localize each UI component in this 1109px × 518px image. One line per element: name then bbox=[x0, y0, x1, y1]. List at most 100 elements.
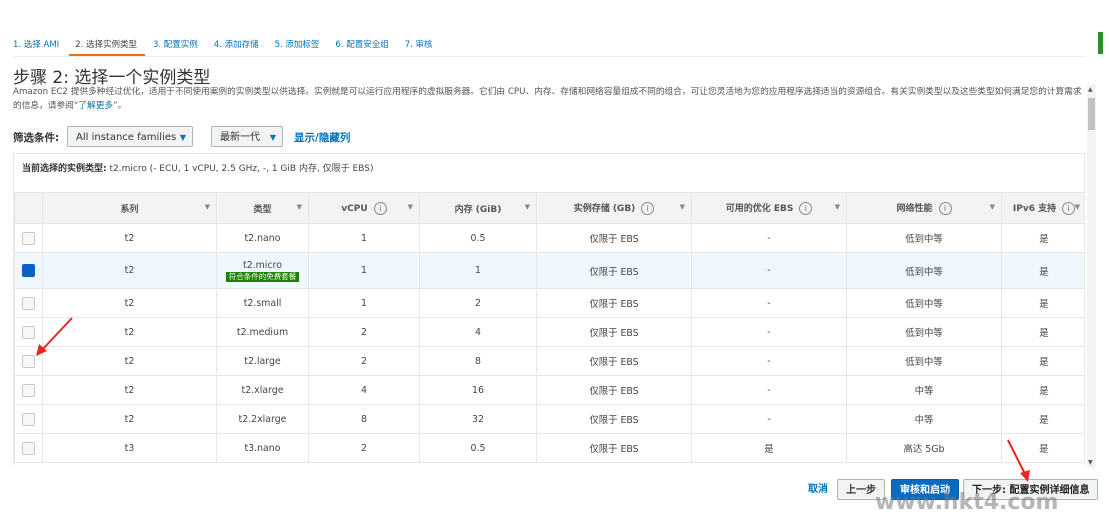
cell-value: 低到中等 bbox=[905, 266, 943, 278]
row-select-checkbox[interactable] bbox=[22, 296, 35, 310]
column-header-label: 系列 bbox=[120, 204, 139, 215]
cell-network: 低到中等 bbox=[846, 288, 1002, 318]
cell-family: t3 bbox=[42, 433, 217, 463]
description-text: Amazon EC2 提供多种经过优化，适用于不同使用案例的实例类型以供选择。实… bbox=[13, 87, 1082, 111]
cell-storage: 仅限于 EBS bbox=[536, 223, 692, 253]
cell-value: 2 bbox=[361, 442, 367, 454]
row-select-checkbox[interactable] bbox=[22, 264, 35, 277]
cell-value: t2.micro bbox=[243, 259, 282, 271]
wizard-step-5[interactable]: 5. 添加标签 bbox=[275, 38, 320, 54]
steps-divider bbox=[13, 56, 1085, 57]
info-icon[interactable]: i bbox=[641, 202, 655, 215]
cell-family: t2 bbox=[42, 288, 217, 318]
cancel-button[interactable]: 取消 bbox=[800, 479, 836, 500]
instance-family-select[interactable]: All instance families ▼ bbox=[67, 126, 193, 147]
scrollbar-thumb[interactable] bbox=[1088, 98, 1095, 130]
cell-value: 中等 bbox=[914, 415, 934, 426]
sort-icon[interactable]: ▼ bbox=[835, 203, 840, 211]
sort-icon[interactable]: ▼ bbox=[297, 203, 302, 211]
row-select-cell bbox=[14, 223, 43, 253]
sort-icon[interactable]: ▼ bbox=[680, 203, 685, 211]
table-row[interactable]: t2 t2.medium 2 4 仅限于 EBS - 低到中等 是 bbox=[14, 317, 1084, 347]
cell-value: 4 bbox=[361, 384, 367, 396]
sort-icon[interactable]: ▼ bbox=[1075, 203, 1080, 211]
sort-icon[interactable]: ▼ bbox=[408, 203, 413, 211]
column-header-2[interactable]: 类型 ▼ bbox=[216, 192, 309, 224]
wizard-step-6[interactable]: 6. 配置安全组 bbox=[335, 38, 388, 54]
scroll-up-icon[interactable]: ▲ bbox=[1088, 86, 1093, 93]
current-selection-value: t2.micro (- ECU, 1 vCPU, 2.5 GHz, -, 1 G… bbox=[109, 164, 374, 174]
row-select-cell bbox=[14, 346, 43, 376]
cell-value: t2.nano bbox=[244, 232, 281, 244]
wizard-step-2[interactable]: 2. 选择实例类型 bbox=[69, 38, 145, 56]
page-scrollbar[interactable]: ▲ ▼ bbox=[1087, 84, 1096, 468]
chevron-down-icon: ▼ bbox=[269, 133, 276, 142]
row-select-checkbox[interactable] bbox=[22, 354, 35, 368]
cell-value: - bbox=[767, 297, 771, 309]
cell-vcpu: 2 bbox=[308, 346, 420, 376]
column-header-label: IPv6 支持 bbox=[1012, 204, 1057, 214]
info-icon[interactable]: i bbox=[799, 202, 813, 215]
learn-more-link[interactable]: 了解更多 bbox=[78, 101, 113, 111]
watermark: www.hkt4.com bbox=[875, 490, 1059, 515]
table-row[interactable]: t2 t2.small 1 2 仅限于 EBS - 低到中等 是 bbox=[14, 288, 1084, 318]
row-select-cell bbox=[14, 288, 43, 318]
row-select-checkbox[interactable] bbox=[22, 325, 35, 339]
wizard-step-4[interactable]: 4. 添加存储 bbox=[214, 38, 259, 54]
cell-value: 仅限于 EBS bbox=[589, 386, 639, 397]
column-header-7[interactable]: 网络性能 i ▼ bbox=[846, 192, 1002, 224]
cell-ebs: - bbox=[691, 346, 847, 376]
row-select-checkbox[interactable] bbox=[22, 412, 35, 426]
wizard-step-3[interactable]: 3. 配置实例 bbox=[153, 38, 198, 54]
cell-value: t2 bbox=[124, 355, 135, 367]
cell-vcpu: 4 bbox=[308, 375, 420, 405]
column-header-6[interactable]: 可用的优化 EBS i ▼ bbox=[691, 192, 847, 224]
column-header-5[interactable]: 实例存储 (GB) i ▼ bbox=[536, 192, 692, 224]
column-header-4[interactable]: 内存 (GiB) ▼ bbox=[419, 192, 537, 224]
table-row[interactable]: t3 t3.nano 2 0.5 仅限于 EBS 是 高达 5Gb 是 bbox=[14, 433, 1084, 463]
cell-ipv6: 是 bbox=[1001, 288, 1084, 318]
cell-network: 低到中等 bbox=[846, 317, 1002, 347]
row-select-checkbox[interactable] bbox=[22, 231, 35, 245]
info-icon[interactable]: i bbox=[938, 202, 952, 215]
column-header-3[interactable]: vCPU i ▼ bbox=[308, 192, 420, 224]
cell-vcpu: 8 bbox=[308, 404, 420, 434]
cell-value: 仅限于 EBS bbox=[589, 328, 639, 339]
cell-value: t2.medium bbox=[236, 326, 289, 338]
table-row[interactable]: t2 t2.xlarge 4 16 仅限于 EBS - 中等 是 bbox=[14, 375, 1084, 405]
row-select-cell bbox=[14, 252, 43, 289]
cell-value: t3 bbox=[124, 442, 135, 454]
cell-storage: 仅限于 EBS bbox=[536, 288, 692, 318]
table-row[interactable]: t2 t2.nano 1 0.5 仅限于 EBS - 低到中等 是 bbox=[14, 223, 1084, 253]
generation-select[interactable]: 最新一代 ▼ bbox=[211, 126, 283, 147]
instance-type-table: 系列 ▼ 类型 ▼ vCPU i ▼ 内存 (GiB) ▼ 实例存储 (GB) i ▼ 可用的优化 EB… bbox=[14, 192, 1084, 463]
column-header-8[interactable]: IPv6 支持 i ▼ bbox=[1001, 192, 1084, 224]
cell-memory: 8 bbox=[419, 346, 537, 376]
table-row[interactable]: t2 t2.large 2 8 仅限于 EBS - 低到中等 是 bbox=[14, 346, 1084, 376]
table-row[interactable]: t2 t2.2xlarge 8 32 仅限于 EBS - 中等 是 bbox=[14, 404, 1084, 434]
sort-icon[interactable]: ▼ bbox=[525, 203, 530, 211]
column-header-1[interactable]: 系列 ▼ bbox=[42, 192, 217, 224]
row-select-checkbox[interactable] bbox=[22, 441, 35, 455]
scroll-down-icon[interactable]: ▼ bbox=[1088, 459, 1093, 466]
cell-value: 是 bbox=[764, 444, 774, 455]
wizard-step-1[interactable]: 1. 选择 AMI bbox=[13, 38, 59, 54]
row-select-checkbox[interactable] bbox=[22, 383, 35, 397]
current-selection-label: 当前选择的实例类型: bbox=[22, 164, 107, 174]
page-description: Amazon EC2 提供多种经过优化，适用于不同使用案例的实例类型以供选择。实… bbox=[13, 85, 1085, 113]
cell-value: 低到中等 bbox=[905, 299, 943, 310]
status-edge bbox=[1098, 32, 1103, 54]
sort-icon[interactable]: ▼ bbox=[990, 203, 995, 211]
info-icon[interactable]: i bbox=[1062, 202, 1076, 215]
cell-family: t2 bbox=[42, 223, 217, 253]
wizard-step-7[interactable]: 7. 审核 bbox=[405, 38, 433, 54]
toggle-columns-link[interactable]: 显示/隐藏列 bbox=[294, 130, 350, 145]
cell-value: - bbox=[767, 265, 771, 276]
info-icon[interactable]: i bbox=[373, 201, 387, 215]
cell-type: t2.nano bbox=[216, 223, 309, 253]
free-tier-badge: 符合条件的免费套餐 bbox=[225, 271, 300, 282]
row-select-cell bbox=[14, 404, 43, 434]
cell-memory: 1 bbox=[419, 252, 537, 289]
table-row[interactable]: t2 t2.micro 符合条件的免费套餐 1 1 仅限于 EBS - 低到中等 是 bbox=[14, 252, 1084, 289]
sort-icon[interactable]: ▼ bbox=[205, 203, 210, 211]
